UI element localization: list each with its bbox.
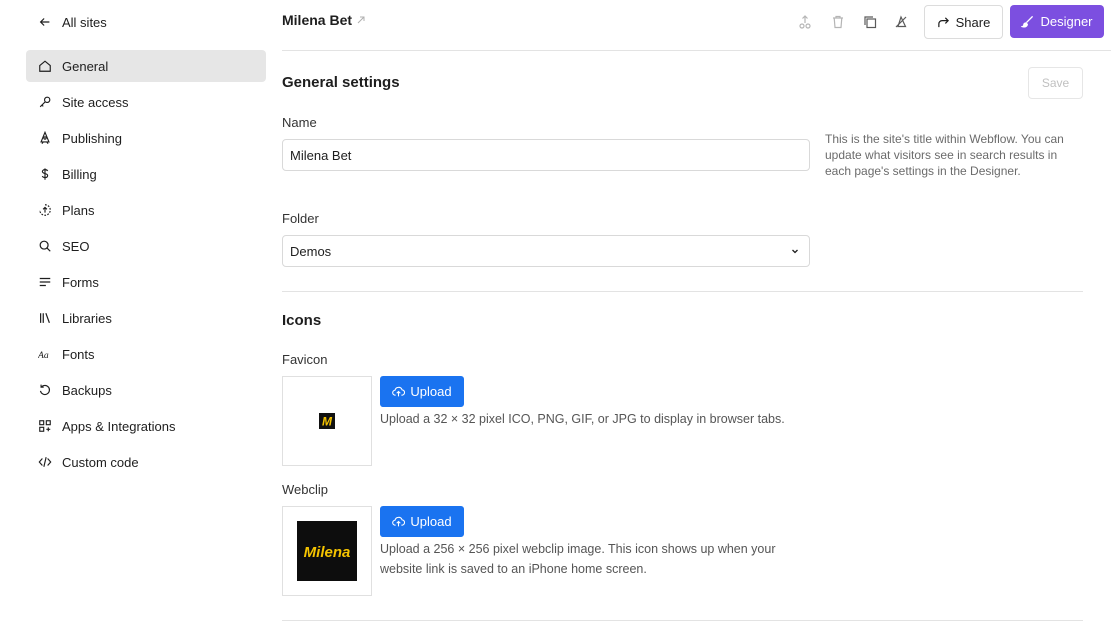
webclip-label: Webclip [282,482,329,497]
site-name: Milena Bet [282,12,353,28]
back-to-all-sites[interactable]: All sites [38,13,107,31]
backup-icon [38,383,52,397]
favicon-image: M [319,413,335,429]
nav-item-label: Plans [62,202,95,218]
nav-item-seo[interactable]: SEO [26,230,266,262]
icons-title: Icons [282,312,322,329]
home-icon [38,59,52,73]
nav-item-label: Libraries [62,310,112,326]
nav-item-fonts[interactable]: Aa Fonts [26,338,266,370]
external-link-icon [357,16,365,24]
dollar-icon [38,167,52,181]
webclip-image: Milena [297,521,357,581]
webclip-preview: Milena [282,506,372,596]
brush-icon [1021,15,1034,28]
upload-label: Upload [410,384,452,399]
sidebar: All sites General Site access Publishing… [0,0,276,627]
svg-text:M: M [322,415,333,429]
designer-button[interactable]: Designer [1010,5,1104,38]
nav-item-plans[interactable]: Plans [26,194,266,226]
nav-item-publishing[interactable]: Publishing [26,122,266,154]
duplicate-icon[interactable] [862,14,878,30]
nav-item-general[interactable]: General [26,50,266,82]
favicon-upload-button[interactable]: Upload [380,376,464,407]
nav-item-label: Backups [62,382,112,398]
nav-item-apps-integrations[interactable]: Apps & Integrations [26,410,266,442]
name-label: Name [282,115,317,130]
fonts-icon: Aa [38,347,52,361]
plans-icon [38,203,52,217]
svg-text:Aa: Aa [38,350,49,361]
share-button[interactable]: Share [924,5,1003,39]
folder-label: Folder [282,211,319,226]
back-label: All sites [62,14,107,30]
forms-icon [38,275,52,289]
nav-item-billing[interactable]: Billing [26,158,266,190]
site-title[interactable]: Milena Bet [282,12,366,28]
share-icon [937,16,949,27]
share-label: Share [955,14,991,30]
section-divider [282,291,1083,292]
upload-label: Upload [410,514,452,529]
top-bar: Milena Bet Share Designer [282,0,1111,51]
key-icon [38,95,52,109]
nav-item-label: Apps & Integrations [62,418,176,434]
nav-item-label: Billing [62,166,97,182]
code-icon [38,455,52,469]
favicon-description: Upload a 32 × 32 pixel ICO, PNG, GIF, or… [380,412,785,426]
transfer-icon[interactable] [797,14,813,30]
cloud-upload-icon [392,386,406,397]
folder-value: Demos [290,243,332,259]
cloud-upload-icon [392,516,406,527]
trash-icon[interactable] [830,14,846,30]
nav-item-label: Forms [62,274,99,290]
chevron-down-icon [792,249,798,254]
nav-item-label: General [62,58,109,74]
search-icon [38,239,52,253]
general-settings-title: General settings [282,74,400,91]
nav-item-label: SEO [62,238,90,254]
nav-item-label: Custom code [62,454,139,470]
name-help-text: This is the site's title within Webflow.… [825,132,1064,178]
rocket-icon [38,131,52,145]
webclip-description: Upload a 256 × 256 pixel webclip image. … [380,542,776,576]
favicon-preview: M [282,376,372,466]
nav-item-label: Fonts [62,346,95,362]
unpublish-icon[interactable] [893,14,909,30]
apps-icon [38,419,52,433]
designer-label: Designer [1040,14,1093,29]
svg-text:Milena: Milena [304,544,351,561]
arrow-left-icon [39,18,50,26]
nav-item-libraries[interactable]: Libraries [26,302,266,334]
webclip-upload-button[interactable]: Upload [380,506,464,537]
nav-item-custom-code[interactable]: Custom code [26,446,266,478]
nav-item-label: Publishing [62,130,122,146]
folder-select[interactable]: Demos [282,235,810,267]
favicon-label: Favicon [282,352,328,367]
section-divider [282,620,1083,621]
site-name-input[interactable] [282,139,810,171]
nav-item-backups[interactable]: Backups [26,374,266,406]
nav-item-forms[interactable]: Forms [26,266,266,298]
app: All sites General Site access Publishing… [0,0,1111,627]
save-button[interactable]: Save [1028,67,1083,99]
settings-nav: General Site access Publishing Billing P… [26,50,266,482]
nav-item-site-access[interactable]: Site access [26,86,266,118]
libraries-icon [38,311,52,325]
nav-item-label: Site access [62,94,129,110]
